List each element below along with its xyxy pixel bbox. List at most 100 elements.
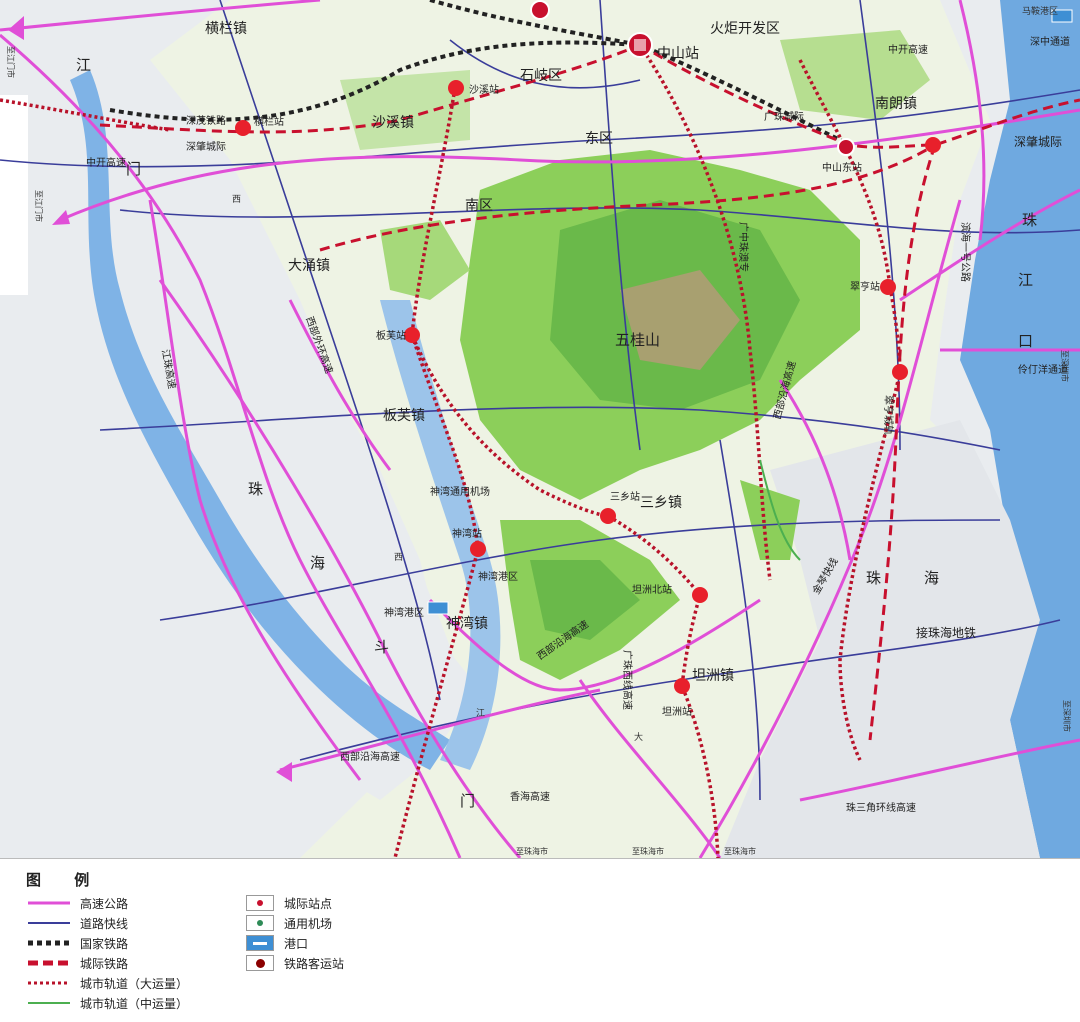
label-shenwan: 神湾镇	[446, 615, 488, 632]
label-shenmao: 深茂铁路	[186, 114, 226, 127]
label-da: 大	[634, 731, 643, 743]
metro-large-swatch-icon	[28, 977, 70, 989]
station-east-dot	[925, 137, 941, 153]
label-shenwan-airport: 神湾通用机场	[430, 485, 490, 498]
label-to-shenzhen-2: 至深圳市	[1062, 700, 1072, 732]
label-banfu-station: 板芙站	[376, 329, 406, 342]
label-shiqi: 石岐区	[520, 68, 562, 84]
label-zhongkai: 中开高速	[86, 156, 126, 169]
label-xi: 西	[232, 194, 241, 205]
label-guangzhong-zhuao: 广中珠澳专	[737, 222, 750, 272]
legend: 图 例 高速公路 道路快线 国家铁路 城际铁路 城市轨道（大运量） 城市轨道（中…	[0, 858, 1080, 1022]
station-shaxi-dot	[448, 80, 464, 96]
legend-label: 通用机场	[284, 916, 333, 931]
label-jiangmen-2: 门	[126, 160, 141, 178]
label-modaomen-4: 门	[460, 792, 475, 810]
label-guangzhu-xixian: 广珠西线高速	[621, 650, 634, 710]
label-tanzhou-north-station: 坦洲北站	[632, 583, 672, 596]
legend-item-port: 港口	[246, 933, 308, 953]
station-north-icon	[530, 0, 550, 20]
label-mazhou-port: 马鞍港区	[1022, 5, 1058, 17]
label-shenwan-port-2: 神湾港区	[478, 570, 518, 583]
station-zhongshan-east-icon	[837, 138, 855, 156]
label-shenwan-port: 神湾港区	[384, 606, 424, 619]
label-to-jiangmen-2: 至江门市	[6, 46, 16, 78]
label-dachong: 大涌镇	[288, 258, 330, 274]
legend-label: 城市轨道（中运量）	[80, 996, 189, 1011]
station-banfu-dot	[404, 327, 420, 343]
metro-medium-swatch-icon	[28, 997, 70, 1009]
label-dongqu: 东区	[585, 131, 613, 147]
legend-title: 图 例	[26, 871, 104, 889]
label-zhuhai-sea-1: 珠	[866, 569, 881, 587]
label-xibu-yanhai-bottom: 西部沿海高速	[340, 750, 400, 763]
label-zhuyuan-huanxian: 珠三角环线高速	[846, 801, 916, 814]
legend-label: 港口	[284, 936, 309, 951]
label-sanxiang: 三乡镇	[640, 495, 682, 511]
north-green	[340, 70, 470, 150]
legend-label: 铁路客运站	[284, 956, 345, 971]
intercity-station-swatch-icon	[246, 895, 274, 911]
station-tanzhou-dot	[674, 678, 690, 694]
station-lingding-dot	[892, 364, 908, 380]
legend-item-highway: 高速公路	[28, 893, 128, 913]
label-zhujiangkou-2: 江	[1018, 271, 1033, 289]
planning-map: 横栏镇 沙溪镇 石岐区 东区 南区 火炬开发区 南朗镇 大涌镇 五桂山 板芙镇 …	[0, 0, 1080, 858]
label-modaomen-3: 斗	[374, 638, 389, 656]
rail-station-swatch-icon	[246, 955, 274, 971]
legend-label: 城际铁路	[80, 956, 129, 971]
label-xiangzhu: 香海高速	[510, 790, 550, 803]
label-wuguishan: 五桂山	[615, 331, 660, 349]
legend-item-rail-station: 铁路客运站	[246, 953, 344, 973]
label-shaxi-station: 沙溪站	[469, 83, 499, 96]
label-jie-zhuhai-metro: 接珠海地铁	[916, 625, 976, 640]
label-xi2: 西	[394, 552, 403, 563]
label-modaomen-1: 珠	[248, 480, 263, 498]
label-huoju: 火炬开发区	[710, 21, 780, 37]
label-to-zhuhai-3: 至珠海市	[724, 846, 756, 856]
station-sanxiang-dot	[600, 508, 616, 524]
legend-item-national-rail: 国家铁路	[28, 933, 128, 953]
label-guangzhu: 广珠城际	[764, 110, 804, 123]
station-tanzhou-north-dot	[692, 587, 708, 603]
intercity-rail-swatch-icon	[28, 957, 70, 969]
expressway-swatch-icon	[28, 917, 70, 929]
label-to-zhuhai-2: 至珠海市	[632, 846, 664, 856]
label-tanzhou: 坦洲镇	[692, 668, 734, 684]
label-to-shenzhen: 至深圳市	[1060, 350, 1070, 382]
label-shenzhao-left: 深肇城际	[186, 140, 226, 153]
label-zhujiangkou-3: 口	[1018, 332, 1033, 350]
legend-label: 城际站点	[284, 896, 333, 911]
label-shaxi: 沙溪镇	[372, 115, 414, 131]
white-panel	[0, 95, 28, 295]
label-zhongshan-east-station: 中山东站	[822, 161, 862, 174]
label-banfu: 板芙镇	[383, 407, 425, 424]
station-hengqi-dot	[235, 120, 251, 136]
label-to-zhuhai-1: 至珠海市	[516, 846, 548, 856]
label-zhujiangkou-1: 珠	[1022, 211, 1037, 229]
label-jiangmen-1: 江	[76, 56, 91, 74]
legend-label: 国家铁路	[80, 936, 129, 951]
label-ping-ning: 翠亨城轨	[882, 395, 895, 435]
airport-swatch-icon	[246, 915, 274, 931]
label-cuiheng-station: 翠亨站	[850, 280, 880, 293]
label-to-jiangmen: 至江门市	[34, 190, 44, 222]
port-swatch-icon	[246, 935, 274, 951]
legend-label: 高速公路	[80, 896, 129, 911]
national-rail-swatch-icon	[28, 937, 70, 949]
label-shenzhong: 深中通道	[1030, 35, 1070, 48]
label-nanqu: 南区	[465, 198, 493, 214]
label-nanlang: 南朗镇	[875, 96, 917, 112]
station-shenwan-dot	[470, 541, 486, 557]
label-henglan: 横栏镇	[205, 21, 247, 37]
legend-item-airport: 通用机场	[246, 913, 332, 933]
label-sanxiang-station: 三乡站	[610, 490, 640, 503]
legend-item-metro-large: 城市轨道（大运量）	[28, 973, 188, 993]
highway-swatch-icon	[28, 897, 70, 909]
legend-label: 道路快线	[80, 916, 129, 931]
label-zhongshan-station: 中山站	[657, 46, 699, 62]
legend-label: 城市轨道（大运量）	[80, 976, 189, 991]
legend-item-expressway: 道路快线	[28, 913, 128, 933]
label-hengqi-station: 横栏站	[254, 115, 284, 128]
port-shenwan-icon	[427, 601, 449, 615]
